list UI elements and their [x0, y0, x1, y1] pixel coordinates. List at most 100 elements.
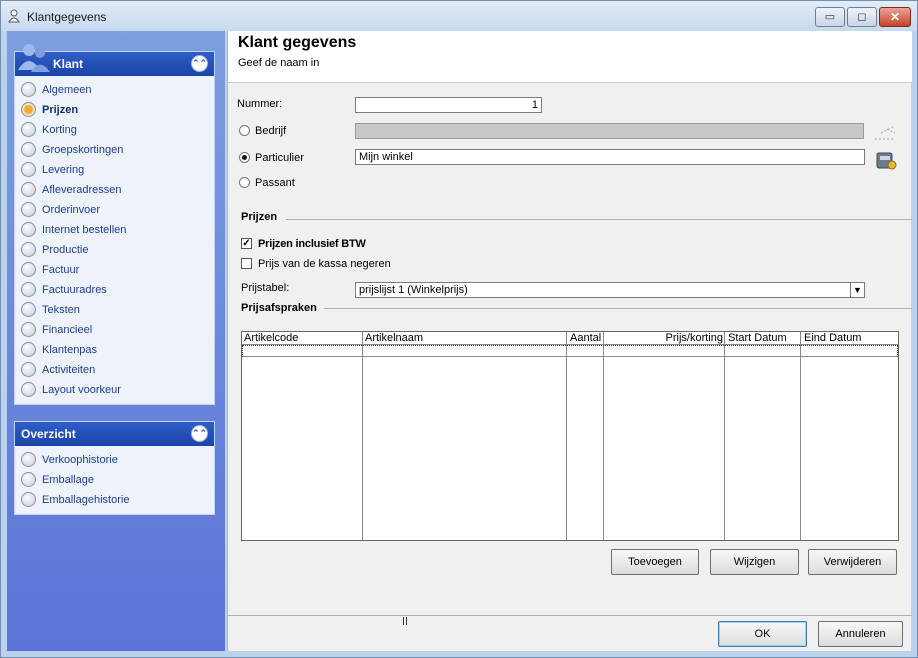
content-panel: Klant gegevens Geef de naam in Nummer: 1… [227, 31, 912, 651]
annuleren-button[interactable]: Annuleren [818, 621, 903, 647]
bedrijf-label: Bedrijf [255, 125, 287, 137]
collapse-icon[interactable]: ⌃⌃ [191, 425, 208, 442]
sidebar-item-factuur[interactable]: Factuur [15, 260, 214, 280]
minimize-button[interactable]: ▭ [815, 7, 845, 27]
klant-group: Klant ⌃⌃ Algemeen Prijzen Korting Groeps… [14, 44, 215, 405]
sidebar-item-label: Verkoophistorie [42, 454, 118, 466]
overzicht-group: Overzicht ⌃⌃ Verkoophistorie Emballage E… [14, 421, 215, 515]
radio-icon [21, 302, 36, 317]
sidebar-item-financieel[interactable]: Financieel [15, 320, 214, 340]
sidebar-item-label: Emballagehistorie [42, 494, 130, 506]
column-header[interactable]: Eind Datum [802, 332, 898, 345]
klant-group-header[interactable]: Klant ⌃⌃ [15, 44, 214, 76]
toevoegen-button[interactable]: Toevoegen [611, 549, 699, 575]
radio-icon [21, 472, 36, 487]
sidebar-item-label: Financieel [42, 324, 93, 336]
sidebar-item-factuuradres[interactable]: Factuuradres [15, 280, 214, 300]
sidebar-item-emballage[interactable]: Emballage [15, 470, 214, 490]
prijsafspraken-section-title: Prijsafspraken [241, 302, 317, 314]
prijzen-section-title: Prijzen [241, 211, 278, 223]
sidebar-item-groepskortingen[interactable]: Groepskortingen [15, 140, 214, 160]
radio-icon [21, 122, 36, 137]
sidebar-item-korting[interactable]: Korting [15, 120, 214, 140]
sidebar-item-layout-voorkeur[interactable]: Layout voorkeur [15, 380, 214, 400]
passant-label: Passant [255, 177, 295, 189]
chevron-down-icon[interactable]: ▼ [850, 283, 864, 297]
particulier-label: Particulier [255, 152, 304, 164]
sidebar-item-prijzen[interactable]: Prijzen [15, 100, 214, 120]
radio-icon [21, 262, 36, 277]
incl-btw-checkbox[interactable]: ✓ [241, 238, 252, 249]
sidebar-item-label: Activiteiten [42, 364, 96, 376]
column-divider [603, 332, 604, 540]
sidebar-item-internet-bestellen[interactable]: Internet bestellen [15, 220, 214, 240]
sidebar-item-label: Korting [42, 124, 77, 136]
radio-icon [21, 322, 36, 337]
title-bar[interactable]: Klantgegevens ▭ ◻ ✕ [1, 1, 917, 31]
passant-radio[interactable] [239, 177, 250, 188]
page-title: Klant gegevens [238, 34, 357, 51]
table-row[interactable] [242, 345, 898, 357]
section-divider [324, 308, 912, 309]
sidebar-item-teksten[interactable]: Teksten [15, 300, 214, 320]
column-divider [566, 332, 567, 540]
maximize-icon: ◻ [857, 11, 867, 23]
prijstabel-select[interactable]: prijslijst 1 (Winkelprijs) ▼ [355, 282, 865, 298]
incl-btw-label: Prijzen inclusief BTW [258, 238, 366, 250]
sidebar-item-label: Orderinvoer [42, 204, 101, 216]
verwijderen-button[interactable]: Verwijderen [808, 549, 897, 575]
page-subtitle: Geef de naam in [238, 57, 320, 69]
sidebar-item-label: Afleveradressen [42, 184, 122, 196]
radio-icon [21, 242, 36, 257]
window-title: Klantgegevens [27, 10, 107, 24]
sidebar-item-label: Factuuradres [42, 284, 107, 296]
column-header[interactable]: Aantal [568, 332, 604, 345]
sidebar-item-label: Layout voorkeur [42, 384, 121, 396]
kassa-label: Prijs van de kassa negeren [258, 258, 391, 270]
radio-icon [21, 282, 36, 297]
maximize-button[interactable]: ◻ [847, 7, 877, 27]
prijstabel-value: prijslijst 1 (Winkelprijs) [359, 284, 468, 296]
minimize-icon: ▭ [824, 11, 836, 23]
column-header[interactable]: Artikelnaam [363, 332, 566, 345]
column-divider [800, 332, 801, 540]
sidebar-item-activiteiten[interactable]: Activiteiten [15, 360, 214, 380]
sidebar-item-emballagehistorie[interactable]: Emballagehistorie [15, 490, 214, 510]
column-divider [724, 332, 725, 540]
radio-icon [21, 162, 36, 177]
sidebar-item-algemeen[interactable]: Algemeen [15, 80, 214, 100]
sidebar-item-afleveradressen[interactable]: Afleveradressen [15, 180, 214, 200]
particulier-field[interactable]: Mijn winkel [355, 149, 865, 165]
ok-button[interactable]: OK [718, 621, 807, 647]
lookup-disabled-icon [875, 126, 896, 140]
sidebar-item-verkoophistorie[interactable]: Verkoophistorie [15, 450, 214, 470]
column-header[interactable]: Prijs/korting [605, 332, 725, 345]
radio-icon [21, 202, 36, 217]
close-button[interactable]: ✕ [879, 7, 911, 27]
sidebar-item-productie[interactable]: Productie [15, 240, 214, 260]
column-header[interactable]: Start Datum [726, 332, 801, 345]
sidebar-item-label: Algemeen [42, 84, 92, 96]
bedrijf-radio[interactable] [239, 125, 250, 136]
nummer-label: Nummer: [237, 98, 283, 110]
sidebar-item-orderinvoer[interactable]: Orderinvoer [15, 200, 214, 220]
overzicht-group-header[interactable]: Overzicht ⌃⌃ [15, 422, 214, 446]
wijzigen-button[interactable]: Wijzigen [710, 549, 799, 575]
overzicht-group-title: Overzicht [21, 427, 76, 441]
sidebar-item-klantenpas[interactable]: Klantenpas [15, 340, 214, 360]
sidebar-item-label: Prijzen [42, 104, 79, 116]
address-book-icon[interactable] [874, 149, 898, 173]
bedrijf-field [355, 123, 864, 139]
column-header[interactable]: Artikelcode [242, 332, 362, 345]
collapse-icon[interactable]: ⌃⌃ [191, 55, 208, 72]
prijsafspraken-table[interactable]: Artikelcode Artikelnaam Aantal Prijs/kor… [241, 331, 899, 541]
kassa-checkbox[interactable] [241, 258, 252, 269]
sidebar-item-label: Internet bestellen [42, 224, 127, 236]
sidebar-item-label: Emballage [42, 474, 94, 486]
prijstabel-label: Prijstabel: [241, 282, 290, 294]
sidebar-item-label: Factuur [42, 264, 80, 276]
nummer-field[interactable]: 1 [355, 97, 542, 113]
sidebar-item-levering[interactable]: Levering [15, 160, 214, 180]
dialog-window: Klantgegevens ▭ ◻ ✕ Klant ⌃⌃ Algemeen Pr… [0, 0, 918, 658]
particulier-radio[interactable] [239, 152, 250, 163]
